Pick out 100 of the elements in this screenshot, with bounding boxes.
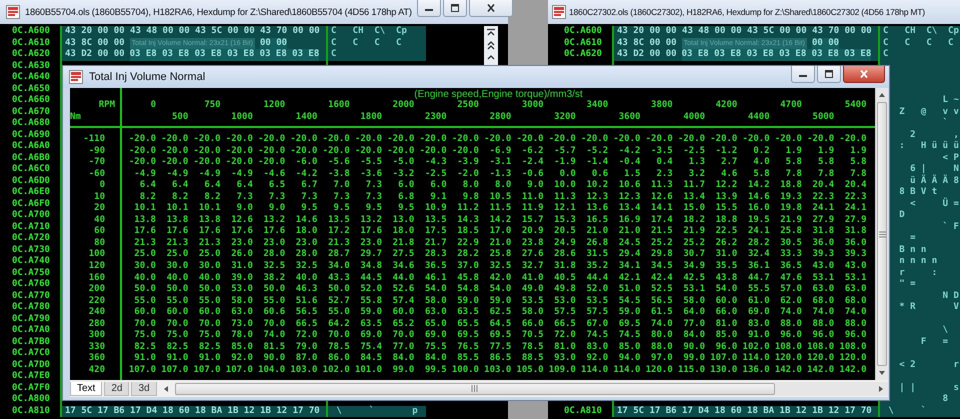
ascii-text: \ ` p [335, 406, 418, 416]
table-cell-text: 39.0 [231, 272, 253, 284]
table-cell-text: 12.3 [586, 192, 608, 203]
table-cell-text: 26.0 [231, 249, 253, 261]
ascii-text: = [909, 233, 916, 243]
maximize-button[interactable] [817, 66, 841, 83]
table-cell: 10.2 [586, 180, 608, 192]
ascii-text: : H ü ü ü [898, 141, 959, 151]
table-cell-text: 44.0 [392, 272, 414, 284]
table-cell-text: 32.4 [748, 249, 770, 261]
table-cell-text: 28.0 [263, 249, 286, 261]
address-label: 0C.A6C0 [12, 164, 50, 174]
row-header: 60 [94, 226, 105, 236]
table-cell-text: 29.4 [618, 249, 640, 261]
close-icon [859, 70, 869, 78]
ascii-text: C CH C\ Cp [331, 26, 407, 36]
table-cell: 53.1 [683, 284, 706, 296]
scroll-thumb[interactable] [877, 102, 887, 366]
table-cell: 62.5 [490, 307, 512, 319]
horizontal-scrollbar[interactable] [174, 382, 888, 396]
table-cell: 6.4 [236, 180, 253, 192]
table-cell: -20.0 [258, 157, 286, 169]
ascii-text: < 2 r [898, 360, 959, 370]
table-cell-text: -1.2 [716, 146, 738, 157]
table-cell: 50.0 [198, 284, 221, 296]
table-cell-text: 53.1 [844, 272, 867, 284]
tab[interactable]: Text [70, 382, 102, 396]
table-cell-text: -20.0 [193, 146, 221, 157]
scroll-top-icon[interactable] [486, 28, 496, 38]
table-cell-text: 40.0 [296, 272, 318, 284]
tab[interactable]: 3d [131, 382, 157, 396]
table-cell-text: 85.0 [618, 342, 640, 353]
table-cell-text: 1.9 [818, 146, 834, 157]
scroll-thumb[interactable] [174, 382, 775, 394]
table-cell-text: 28.2 [457, 249, 479, 261]
table-cell-text: 7.8 [786, 168, 802, 180]
scroll-left-icon[interactable] [162, 384, 169, 392]
column-header: 4700 [780, 100, 802, 112]
scroll-right-icon[interactable] [878, 384, 884, 392]
hex-bytes: 00 00 [260, 38, 288, 49]
table-cell-text: -6.2 [522, 146, 544, 157]
table-cell-text: -6.9 [490, 146, 512, 157]
table-cell: -20.0 [646, 134, 673, 146]
table-cell-text: 15.3 [554, 214, 576, 226]
table-cell-text: 64.5 [490, 318, 512, 330]
maximize-button[interactable] [442, 0, 467, 17]
close-button[interactable] [468, 0, 513, 17]
table-cell-text: 13.0 [392, 214, 414, 226]
table-cell: 78.0 [231, 330, 253, 342]
table-cell: 50.0 [328, 284, 350, 296]
address-label: 0C.A620 [12, 49, 50, 59]
table-cell-text: 28.2 [748, 238, 770, 249]
table-cell-text: 76.5 [457, 342, 479, 353]
table-cell: -1.4 [586, 157, 608, 169]
table-cell: 6.4 [140, 180, 156, 192]
table-cell: 72.0 [296, 330, 318, 342]
address-label: 0C.A660 [12, 95, 50, 105]
row-header: 80 [94, 238, 105, 248]
table-cell-text: 25.0 [166, 249, 188, 261]
table-cell-text: 13.8 [198, 214, 221, 226]
page-up-icon[interactable] [486, 40, 496, 50]
table-cell-text: 16.5 [586, 214, 608, 226]
row-header: 420 [88, 364, 105, 375]
table-cell: 102.0 [322, 364, 350, 376]
table-cell-text: 22.9 [457, 238, 479, 249]
minimize-button[interactable] [416, 0, 441, 17]
scroll-up-icon[interactable] [878, 92, 886, 98]
table-cell-text: 77.5 [490, 342, 512, 353]
table-cell-text: 58.0 [231, 296, 253, 307]
table-cell: 60.0 [392, 307, 414, 319]
ascii-text: " = [898, 279, 916, 289]
address-label: 0C.A710 [12, 222, 50, 232]
tab[interactable]: 2d [104, 382, 130, 396]
hex-bytes: 17 5C 17 B6 17 D4 18 60 18 BA 1B 12 1B 12 17 70 [617, 406, 872, 417]
table-cell: 6.4 [204, 180, 221, 192]
table-cell: 32.5 [296, 261, 318, 273]
scrollbar[interactable] [484, 26, 498, 66]
table-cell-text: 108.0 [839, 342, 867, 353]
table-cell: 75.0 [198, 330, 221, 342]
vertical-scrollbar[interactable] [875, 88, 888, 380]
table-cell-text: 65.2 [392, 318, 414, 330]
minimize-button[interactable] [791, 66, 815, 83]
table-cell-text: 13.4 [683, 192, 706, 203]
table-cell: 32.7 [522, 261, 544, 273]
table-cell: 34.6 [392, 261, 414, 273]
table-cell: 80.0 [651, 330, 673, 342]
table-cell: 24.1 [812, 203, 834, 215]
table-cell: 18.5 [457, 226, 479, 238]
table-cell-text: 66.5 [296, 318, 318, 330]
address-label: 0C.A720 [12, 233, 50, 243]
table-cell: -20.0 [354, 134, 382, 146]
table-cell: 20.5 [554, 226, 576, 238]
close-button[interactable] [843, 66, 885, 83]
address-label: 0C.A670 [12, 106, 50, 116]
table-cell-text: 23.0 [263, 238, 286, 249]
table-cell: 74.5 [586, 330, 608, 342]
table-cell: 5.8 [850, 157, 867, 169]
table-cell-text: 19.5 [748, 214, 770, 226]
table-cell: 8.0 [462, 180, 479, 192]
table-cell-text: 47.6 [780, 272, 802, 284]
